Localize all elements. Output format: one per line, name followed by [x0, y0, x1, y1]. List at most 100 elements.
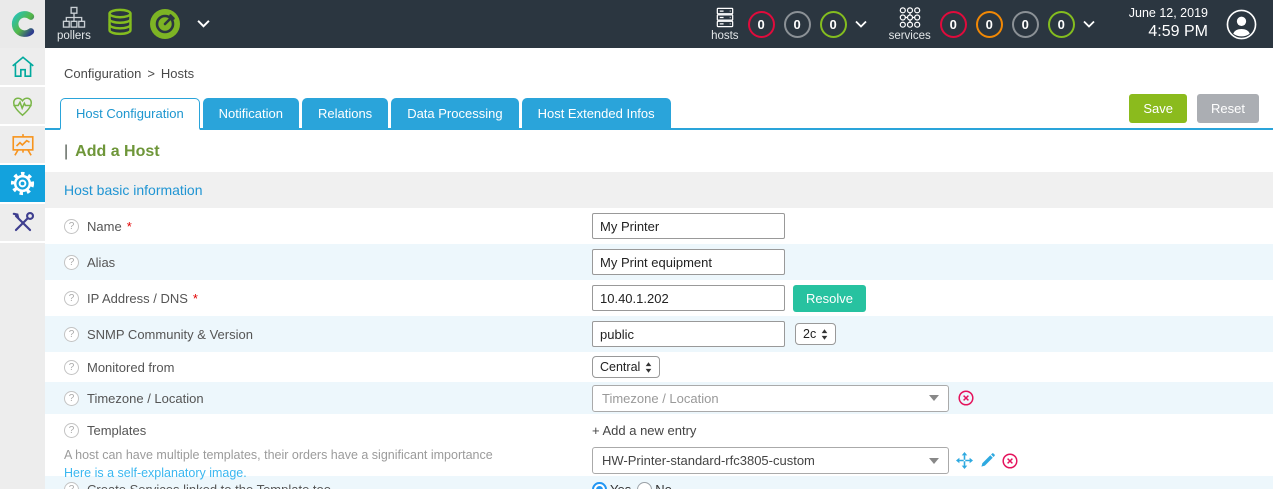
tab-host-extended-infos[interactable]: Host Extended Infos — [521, 98, 671, 130]
heartbeat-icon — [12, 96, 33, 116]
help-icon[interactable]: ? — [64, 482, 79, 489]
poller-status-button[interactable] — [149, 8, 181, 40]
breadcrumb-separator: > — [147, 66, 155, 81]
services-ok-badge[interactable]: 0 — [1047, 10, 1075, 38]
sidebar-item-configuration[interactable] — [0, 165, 45, 204]
create-services-yes-label[interactable]: Yes — [610, 482, 631, 489]
services-unknown-badge[interactable]: 0 — [1011, 10, 1039, 38]
main-content: Configuration > Hosts Host Configuration N… — [45, 48, 1273, 489]
help-icon[interactable]: ? — [64, 423, 79, 438]
snmp-community-input[interactable] — [592, 321, 785, 347]
hosts-chevron-down-icon[interactable] — [854, 15, 867, 33]
tab-data-processing[interactable]: Data Processing — [391, 98, 519, 130]
select-spinner-icon — [645, 361, 652, 373]
centreon-logo-icon — [11, 11, 34, 37]
header-clock: June 12, 2019 4:59 PM — [1129, 6, 1208, 42]
hosts-label: hosts — [711, 30, 739, 42]
services-status-group: services 0 0 0 0 — [889, 6, 1095, 42]
template-move-handle[interactable] — [956, 452, 973, 469]
tab-host-configuration[interactable]: Host Configuration — [60, 98, 200, 130]
help-icon[interactable]: ? — [64, 390, 79, 406]
snmp-version-select[interactable]: 2c — [795, 323, 837, 345]
home-icon — [11, 55, 34, 77]
select-spinner-icon — [821, 328, 828, 340]
header-time: 4:59 PM — [1148, 22, 1208, 40]
reset-button[interactable]: Reset — [1197, 94, 1259, 123]
chevron-down-icon — [929, 395, 939, 401]
resolve-button[interactable]: Resolve — [793, 284, 866, 312]
tab-relations[interactable]: Relations — [301, 98, 389, 130]
chevron-down-icon — [929, 457, 939, 464]
templates-label: Templates — [87, 423, 147, 438]
sidebar-item-administration[interactable] — [0, 204, 45, 243]
sidebar-item-monitoring[interactable] — [0, 87, 45, 126]
alias-label: Alias — [87, 254, 116, 270]
form-row-name: ? Name * — [45, 208, 1273, 244]
circle-x-icon — [958, 390, 974, 406]
centreon-logo[interactable] — [0, 0, 45, 48]
templates-help-link[interactable]: Here is a self-explanatory image. — [64, 466, 247, 480]
hosts-unreachable-badge[interactable]: 0 — [783, 10, 811, 38]
move-icon — [956, 452, 973, 469]
page-title-prefix: | — [64, 143, 69, 160]
breadcrumb-section[interactable]: Configuration — [64, 66, 141, 81]
form-row-templates: ? Templates A host can have multiple tem… — [45, 414, 1273, 480]
templates-help-text: A host can have multiple templates, thei… — [64, 448, 493, 462]
help-icon[interactable]: ? — [64, 359, 79, 375]
pencil-icon — [981, 453, 995, 467]
top-header: pollers hosts 0 0 0 services 0 0 0 0 Jun… — [0, 0, 1273, 48]
sidebar-item-home[interactable] — [0, 48, 45, 87]
required-asterisk: * — [192, 290, 198, 306]
pollers-chevron-down-icon[interactable] — [197, 15, 210, 33]
create-services-no-label[interactable]: No — [655, 482, 672, 489]
required-asterisk: * — [126, 218, 132, 234]
help-icon[interactable]: ? — [64, 218, 79, 234]
save-button[interactable]: Save — [1129, 94, 1188, 123]
services-label: services — [888, 30, 931, 42]
services-critical-badge[interactable]: 0 — [939, 10, 967, 38]
services-warning-badge[interactable]: 0 — [975, 10, 1003, 38]
pollers-menu[interactable]: pollers — [57, 6, 91, 42]
services-menu[interactable]: services — [889, 6, 931, 42]
create-services-no-radio[interactable] — [637, 482, 653, 489]
template-select[interactable]: HW-Printer-standard-rfc3805-custom — [592, 447, 949, 474]
help-icon[interactable]: ? — [64, 254, 79, 270]
form-row-timezone: ? Timezone / Location Timezone / Locatio… — [45, 382, 1273, 414]
gear-icon — [10, 171, 35, 196]
hosts-down-badge[interactable]: 0 — [747, 10, 775, 38]
help-icon[interactable]: ? — [64, 290, 79, 306]
user-avatar[interactable] — [1226, 9, 1257, 40]
breadcrumb-page[interactable]: Hosts — [161, 66, 194, 81]
tools-icon — [12, 211, 34, 231]
services-chevron-down-icon[interactable] — [1083, 15, 1095, 33]
timezone-clear-button[interactable] — [958, 390, 974, 406]
template-value: HW-Printer-standard-rfc3805-custom — [602, 453, 815, 468]
tab-notification[interactable]: Notification — [202, 98, 299, 130]
alias-input[interactable] — [592, 249, 785, 275]
monitored-from-label: Monitored from — [87, 359, 175, 375]
hosts-icon — [716, 7, 734, 28]
snmp-version-value: 2c — [803, 327, 817, 341]
add-template-entry-button[interactable]: + Add a new entry — [592, 423, 1018, 438]
name-input[interactable] — [592, 213, 785, 239]
template-edit-button[interactable] — [980, 453, 995, 468]
hosts-status-group: hosts 0 0 0 — [711, 6, 867, 42]
name-label: Name — [87, 218, 122, 234]
hosts-menu[interactable]: hosts — [711, 6, 739, 42]
database-status-button[interactable] — [105, 8, 135, 40]
template-delete-button[interactable] — [1002, 452, 1018, 469]
ip-address-label: IP Address / DNS — [87, 290, 188, 306]
help-icon[interactable]: ? — [64, 326, 79, 342]
monitored-from-select[interactable]: Central — [592, 356, 661, 378]
hosts-up-badge[interactable]: 0 — [819, 10, 847, 38]
ip-address-input[interactable] — [592, 285, 785, 311]
snmp-label: SNMP Community & Version — [87, 326, 253, 342]
page-title: | Add a Host — [45, 130, 1273, 172]
sidebar-item-reporting[interactable] — [0, 126, 45, 165]
chart-easel-icon — [11, 133, 34, 156]
database-icon — [108, 8, 132, 36]
timezone-select[interactable]: Timezone / Location — [592, 384, 949, 412]
section-host-basic-information: Host basic information — [45, 172, 1273, 208]
create-services-yes-radio[interactable] — [592, 482, 607, 489]
circle-x-icon — [1002, 452, 1018, 469]
